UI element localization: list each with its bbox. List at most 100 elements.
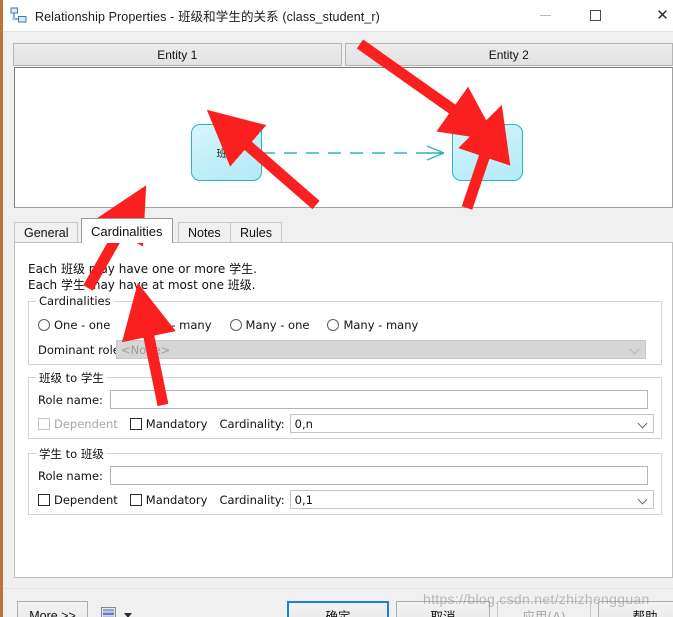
close-button[interactable]: ✕ bbox=[640, 0, 673, 31]
entity-1-header-label: Entity 1 bbox=[157, 47, 198, 62]
radio-many-one-mark bbox=[229, 319, 242, 331]
mandatory-label-b: Mandatory bbox=[145, 492, 208, 507]
checkbox-icon bbox=[38, 417, 50, 430]
entity-2-header[interactable]: Entity 2 bbox=[344, 43, 673, 66]
mandatory-checkbox-b[interactable]: Mandatory bbox=[129, 492, 208, 507]
relationship-description: Each 班级 may have one or more 学生. Each 学生… bbox=[28, 262, 257, 292]
dialog-client-area: Entity 1 Entity 2 班级 学生 General Cardinal… bbox=[3, 32, 673, 617]
chevron-down-icon[interactable] bbox=[124, 612, 132, 617]
radio-many-many[interactable]: Many - many bbox=[327, 318, 418, 332]
radio-one-many-label: One - many bbox=[144, 318, 212, 332]
close-icon: ✕ bbox=[656, 7, 669, 24]
cardinality-value-a: 0,n bbox=[294, 416, 313, 431]
entity-header-row: Entity 1 Entity 2 bbox=[13, 43, 673, 66]
dominant-role-label: Dominant role: bbox=[38, 342, 124, 357]
help-button-label: 帮助 bbox=[632, 609, 658, 617]
radio-many-many-mark bbox=[327, 319, 340, 331]
apply-button: 应用(A) bbox=[497, 601, 591, 617]
radio-many-one-label: Many - one bbox=[245, 318, 310, 332]
dominant-role-combobox[interactable]: <None> bbox=[116, 340, 646, 359]
cardinality-label-a: Cardinality: bbox=[219, 416, 285, 431]
dialog-button-bar: More >> 确定 取消 应用(A) 帮助 bbox=[3, 588, 673, 617]
cancel-button[interactable]: 取消 bbox=[396, 601, 490, 617]
role-group-class-to-student: 班级 to 学生 Role name: Dependent Mandatory … bbox=[28, 370, 662, 439]
ok-button-label: 确定 bbox=[325, 609, 351, 617]
relationship-icon bbox=[10, 7, 27, 24]
role-name-input-a[interactable] bbox=[110, 390, 648, 409]
radio-many-many-label: Many - many bbox=[343, 318, 419, 332]
role-name-label-a: Role name: bbox=[38, 392, 103, 407]
more-button[interactable]: More >> bbox=[17, 601, 88, 617]
cardinality-label-b: Cardinality: bbox=[219, 492, 285, 507]
role-name-label-b: Role name: bbox=[38, 468, 103, 483]
role-options-row-a: Dependent Mandatory Cardinality: 0,n bbox=[38, 414, 654, 433]
tab-general-label: General bbox=[24, 226, 69, 240]
entity-box-student[interactable]: 学生 bbox=[452, 124, 523, 181]
role-name-input-b[interactable] bbox=[110, 466, 648, 485]
maximize-icon bbox=[590, 10, 601, 21]
cardinality-radio-group: One - one One - many Many - one Many - m… bbox=[38, 318, 436, 332]
minimize-button[interactable] bbox=[523, 0, 568, 31]
cardinality-value-b: 0,1 bbox=[294, 492, 313, 507]
dependent-label-b: Dependent bbox=[54, 492, 118, 507]
more-button-label: More >> bbox=[29, 608, 76, 617]
mandatory-label-a: Mandatory bbox=[145, 416, 208, 431]
relationship-link bbox=[262, 145, 445, 161]
entity-2-header-label: Entity 2 bbox=[488, 47, 529, 62]
entity-box-class-label: 班级 bbox=[216, 149, 237, 160]
radio-many-one[interactable]: Many - one bbox=[229, 318, 310, 332]
checkbox-icon bbox=[38, 493, 50, 506]
radio-one-one[interactable]: One - one bbox=[38, 318, 110, 332]
relationship-properties-dialog: Relationship Properties - 班级和学生的关系 (clas… bbox=[0, 0, 673, 617]
checkbox-icon bbox=[129, 493, 142, 506]
cardinality-combobox-a[interactable]: 0,n bbox=[289, 414, 654, 433]
dominant-role-row: Dominant role: <None> bbox=[38, 340, 654, 359]
tab-notes[interactable]: Notes bbox=[178, 222, 231, 243]
chevron-down-icon bbox=[637, 418, 648, 428]
chevron-down-icon bbox=[629, 344, 640, 354]
report-icon bbox=[101, 607, 116, 617]
window-title: Relationship Properties - 班级和学生的关系 (clas… bbox=[35, 10, 380, 24]
dependent-label-a: Dependent bbox=[54, 416, 118, 431]
role-options-row-b: Dependent Mandatory Cardinality: 0,1 bbox=[38, 490, 654, 509]
entity-1-header[interactable]: Entity 1 bbox=[13, 43, 342, 66]
tab-notes-label: Notes bbox=[188, 226, 221, 240]
chevron-down-icon bbox=[637, 494, 648, 504]
dependent-checkbox-a[interactable]: Dependent bbox=[38, 417, 118, 431]
entity-box-student-label: 学生 bbox=[477, 149, 498, 160]
dominant-role-value: <None> bbox=[121, 342, 171, 357]
ok-button[interactable]: 确定 bbox=[287, 601, 389, 617]
cancel-button-label: 取消 bbox=[430, 609, 456, 617]
maximize-button[interactable] bbox=[573, 0, 618, 31]
cardinality-combobox-b[interactable]: 0,1 bbox=[289, 490, 654, 509]
tab-rules[interactable]: Rules bbox=[230, 222, 282, 243]
apply-button-label: 应用(A) bbox=[522, 609, 566, 617]
help-button[interactable]: 帮助 bbox=[598, 601, 673, 617]
cardinalities-groupbox: Cardinalities One - one One - many Many … bbox=[28, 294, 662, 365]
role-group-student-to-class: 学生 to 班级 Role name: Dependent Mandatory … bbox=[28, 446, 662, 515]
tab-rules-label: Rules bbox=[240, 226, 272, 240]
report-tool[interactable] bbox=[101, 607, 132, 617]
role-name-row-b: Role name: bbox=[38, 466, 654, 485]
tab-general[interactable]: General bbox=[14, 222, 79, 243]
role-group-a-title: 班级 to 学生 bbox=[36, 370, 107, 386]
minimize-icon bbox=[540, 14, 551, 17]
radio-one-one-mark bbox=[38, 319, 50, 331]
role-name-row-a: Role name: bbox=[38, 390, 654, 409]
title-bar: Relationship Properties - 班级和学生的关系 (clas… bbox=[3, 0, 673, 31]
bottombar-divider bbox=[3, 588, 673, 589]
cardinalities-tab-page: Each 班级 may have one or more 学生. Each 学生… bbox=[14, 242, 673, 578]
radio-one-many[interactable]: One - many bbox=[128, 318, 212, 332]
radio-one-one-label: One - one bbox=[54, 318, 111, 332]
mandatory-checkbox-a[interactable]: Mandatory bbox=[129, 416, 208, 431]
tab-cardinalities-label: Cardinalities bbox=[91, 223, 163, 239]
dependent-checkbox-b[interactable]: Dependent bbox=[38, 493, 118, 507]
relationship-diagram-panel[interactable]: 班级 学生 bbox=[14, 67, 673, 208]
role-group-b-title: 学生 to 班级 bbox=[36, 446, 107, 462]
entity-box-class[interactable]: 班级 bbox=[191, 124, 262, 181]
radio-one-many-mark bbox=[128, 319, 141, 331]
checkbox-icon bbox=[129, 417, 142, 430]
tab-strip: General Cardinalities Notes Rules bbox=[14, 218, 673, 243]
tab-cardinalities[interactable]: Cardinalities bbox=[81, 218, 173, 243]
cardinalities-group-title: Cardinalities bbox=[36, 294, 114, 308]
